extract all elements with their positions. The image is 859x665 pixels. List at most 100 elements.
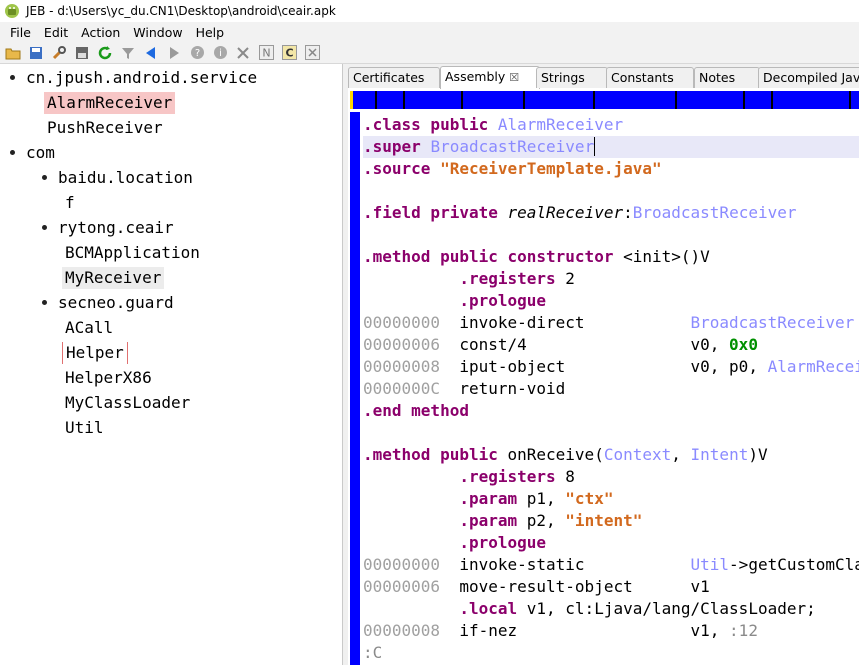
code-line[interactable]: .source "ReceiverTemplate.java" [363,158,859,180]
tree-class-node[interactable]: MyClassLoader [62,391,193,415]
code-line[interactable]: 00000008 iput-object v0, p0, AlarmReceiv… [363,356,859,378]
tab-certificates[interactable]: Certificates [348,67,440,88]
code-overview-ruler[interactable] [350,91,859,109]
overview-mark [461,91,463,109]
code-line[interactable]: .param p1, "ctx" [363,488,859,510]
overview-mark [743,91,745,109]
code-line[interactable]: .registers 2 [363,268,859,290]
tree-expand-bullet-icon[interactable] [42,299,47,305]
window-title: JEB - d:\Users\yc_du.CN1\Desktop\android… [26,4,336,18]
code-line[interactable]: 0000000C return-void [363,378,859,400]
code-token: 00000000 [363,555,441,574]
menu-help[interactable]: Help [188,25,230,40]
code-line[interactable]: .method public onReceive(Context, Intent… [363,444,859,466]
code-token: 00000006 [363,335,441,354]
help-icon[interactable]: ? [188,44,206,62]
c-icon[interactable]: C [280,44,298,62]
code-line[interactable]: 00000000 invoke-direct BroadcastReceiver [363,312,859,334]
code-line[interactable]: 00000008 if-nez v1, :12 [363,620,859,642]
code-token: .local [459,599,518,618]
tree-node-label: rytong.ceair [58,218,174,237]
tree-expand-bullet-icon[interactable] [10,74,15,80]
tab-label: Strings [541,70,585,85]
tree-expand-bullet-icon[interactable] [42,224,47,230]
overview-mark [523,91,525,109]
overview-mark [593,91,595,109]
tree-class-node[interactable]: PushReceiver [44,116,166,140]
tree-class-node[interactable]: Helper [62,341,128,365]
panel-splitter[interactable] [343,64,348,665]
code-token: v1, cl:Ljava/lang/ClassLoader; [517,599,816,618]
refresh-icon[interactable] [96,44,114,62]
n-icon[interactable]: N [257,44,275,62]
menu-action[interactable]: Action [73,25,125,40]
tree-package-node[interactable]: com [10,141,58,165]
tab-close-icon[interactable]: ☒ [509,71,519,84]
code-line[interactable] [363,224,859,246]
code-line[interactable] [363,422,859,444]
menu-edit[interactable]: Edit [36,25,73,40]
assembly-code-view[interactable]: .class public AlarmReceiver .super Broadc… [350,112,859,665]
tree-expand-bullet-icon[interactable] [10,149,15,155]
code-token: .field private [363,203,498,222]
wrench-icon[interactable] [50,44,68,62]
code-line[interactable] [363,180,859,202]
tree-class-node[interactable]: AlarmReceiver [44,91,176,115]
tree-class-node[interactable]: BCMApplication [62,241,203,265]
code-token: .registers [459,269,556,288]
info-icon[interactable]: i [211,44,229,62]
code-token: : [623,203,633,222]
tree-class-node[interactable]: f [62,191,78,215]
code-line[interactable]: .end method [363,400,859,422]
tab-assembly[interactable]: Assembly ☒ [440,66,540,89]
menu-window[interactable]: Window [125,25,187,40]
forward-icon[interactable] [165,44,183,62]
tree-package-node[interactable]: rytong.ceair [42,216,177,240]
filter-icon[interactable] [119,44,137,62]
code-line[interactable]: .prologue [363,532,859,554]
close-icon[interactable] [234,44,252,62]
code-line[interactable]: 00000006 const/4 v0, 0x0 [363,334,859,356]
tree-class-node[interactable]: Util [62,416,107,440]
floppy-icon[interactable] [73,44,91,62]
code-line[interactable]: .super BroadcastReceiver [363,136,859,158]
tree-package-node[interactable]: baidu.location [42,166,196,190]
tab-notes[interactable]: Notes [694,67,760,88]
code-token: BroadcastReceiver [632,203,797,222]
code-line[interactable]: .prologue [363,290,859,312]
menu-file[interactable]: File [0,25,36,40]
code-token: .registers [459,467,556,486]
back-icon[interactable] [142,44,160,62]
tree-class-node[interactable]: MyReceiver [62,266,165,290]
tree-node-label: Helper [62,342,128,364]
code-token: .class public [363,115,489,134]
code-line[interactable]: .param p2, "intent" [363,510,859,532]
code-token: invoke-static [440,555,691,574]
tab-constants[interactable]: Constants [606,67,694,88]
class-tree-panel[interactable]: cn.jpush.android.service AlarmReceiver Pus… [0,64,343,665]
tab-strings[interactable]: Strings [536,67,608,88]
code-token: , [671,445,691,464]
code-line[interactable]: .registers 8 [363,466,859,488]
code-line[interactable]: .method public constructor <init>()V [363,246,859,268]
tree-class-node[interactable]: ACall [62,316,116,340]
save-icon[interactable] [27,44,45,62]
tree-node-label: baidu.location [58,168,193,187]
code-line[interactable]: 00000000 invoke-static Util->getCustomCl… [363,554,859,576]
code-line[interactable]: :C [363,642,859,664]
code-line[interactable]: .class public AlarmReceiver [363,114,859,136]
tab-decompiled-java[interactable]: Decompiled Java [758,67,859,88]
code-line[interactable]: 00000006 move-result-object v1 [363,576,859,598]
tree-expand-bullet-icon[interactable] [42,174,47,180]
tree-class-node[interactable]: HelperX86 [62,366,155,390]
code-line[interactable]: .field private realReceiver:BroadcastRec… [363,202,859,224]
code-line[interactable]: .local v1, cl:Ljava/lang/ClassLoader; [363,598,859,620]
code-token: const/4 v0, [440,335,730,354]
x-box-icon[interactable] [303,44,321,62]
tree-node-label: secneo.guard [58,293,174,312]
tree-package-node[interactable]: cn.jpush.android.service [10,66,260,90]
tree-package-node[interactable]: secneo.guard [42,291,177,315]
open-folder-icon[interactable] [4,44,22,62]
overview-mark [771,91,773,109]
